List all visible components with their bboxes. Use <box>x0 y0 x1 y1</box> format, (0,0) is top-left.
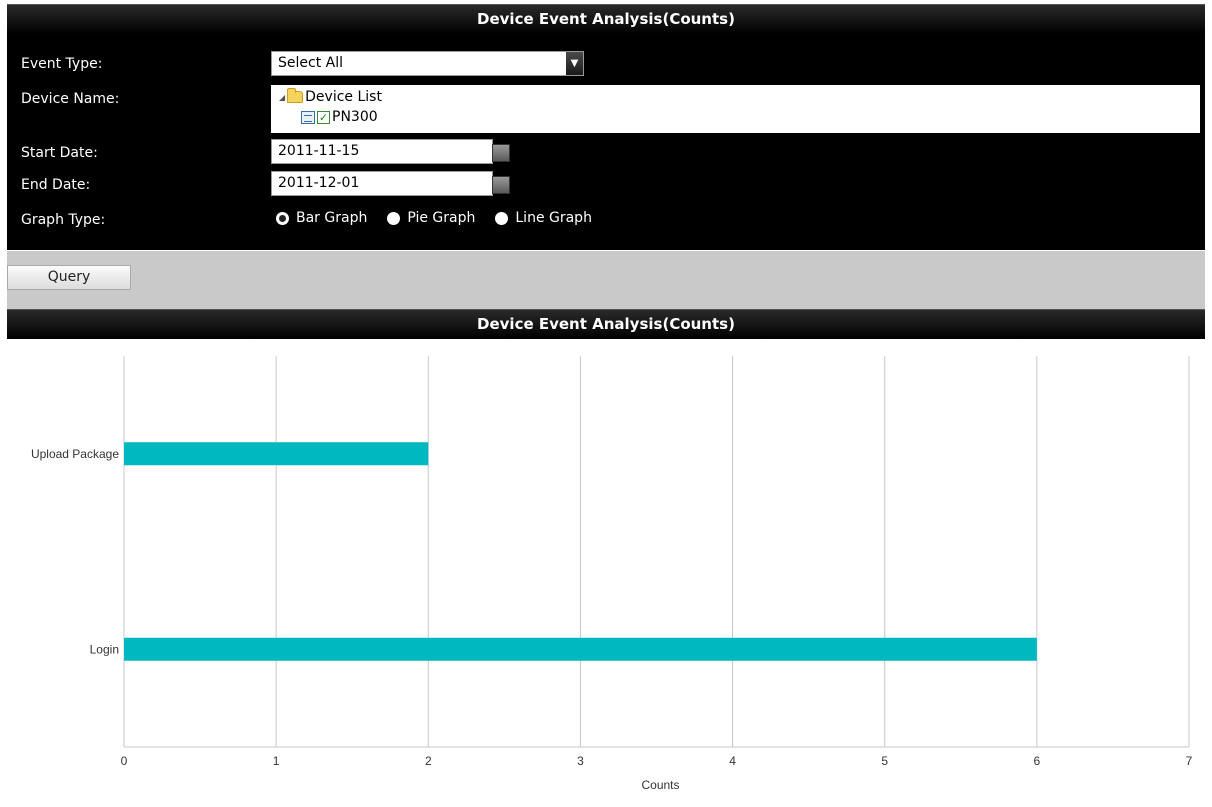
radio-label: Bar Graph <box>296 210 368 226</box>
end-date-label: End Date: <box>21 177 91 193</box>
action-toolbar: Query <box>7 251 1205 309</box>
device-tree: ◢ Device List ✓ PN300 <box>271 85 1200 133</box>
page-title: Device Event Analysis(Counts) <box>7 4 1205 34</box>
calendar-icon[interactable] <box>492 144 510 162</box>
radio-line-graph[interactable]: Line Graph <box>495 210 592 226</box>
x-tick-label: 4 <box>729 754 736 768</box>
x-tick-label: 1 <box>273 754 280 768</box>
tree-node-label: Device List <box>305 89 382 105</box>
device-name-label: Device Name: <box>21 91 120 107</box>
radio-unselected-icon[interactable] <box>387 211 401 225</box>
bar-upload-package <box>124 442 429 466</box>
x-tick-label: 3 <box>577 754 584 768</box>
radio-label: Line Graph <box>515 210 592 226</box>
x-tick-label: 6 <box>1034 754 1041 768</box>
tree-node-device-list[interactable]: ◢ Device List <box>279 88 382 105</box>
x-axis-title: Counts <box>641 778 679 792</box>
bar-login <box>124 637 1037 661</box>
event-type-label: Event Type: <box>21 56 103 72</box>
end-date-input[interactable]: 2011-12-01 <box>271 171 493 196</box>
x-tick-label: 5 <box>881 754 888 768</box>
chevron-down-icon[interactable]: ▼ <box>566 52 583 75</box>
graph-type-label: Graph Type: <box>21 212 106 228</box>
x-tick-label: 0 <box>121 754 128 768</box>
start-date-label: Start Date: <box>21 145 98 161</box>
graph-type-radio-group: Bar Graph Pie Graph Line Graph <box>276 210 612 226</box>
radio-selected-icon[interactable] <box>276 211 289 225</box>
x-tick-label: 2 <box>425 754 432 768</box>
device-icon <box>301 110 315 124</box>
event-type-select[interactable]: Select All ▼ <box>271 51 584 76</box>
radio-bar-graph[interactable]: Bar Graph <box>276 210 367 226</box>
expand-triangle-icon[interactable]: ◢ <box>279 93 285 102</box>
x-tick-label: 7 <box>1186 754 1193 768</box>
device-checkbox[interactable]: ✓ <box>317 110 330 124</box>
folder-icon <box>287 88 304 103</box>
radio-label: Pie Graph <box>407 210 476 226</box>
tree-node-pn300[interactable]: ✓ PN300 <box>301 109 378 125</box>
query-button[interactable]: Query <box>7 265 131 290</box>
y-category-label: Upload Package <box>31 447 119 461</box>
chart-svg: 0 1 2 3 4 5 6 7 Upload Package Login Counts <box>31 356 1193 792</box>
radio-pie-graph[interactable]: Pie Graph <box>387 210 475 226</box>
start-date-input[interactable]: 2011-11-15 <box>271 139 493 164</box>
result-title: Device Event Analysis(Counts) <box>7 309 1205 339</box>
tree-node-label: PN300 <box>332 109 378 125</box>
radio-unselected-icon[interactable] <box>495 211 509 225</box>
y-category-label: Login <box>90 642 119 656</box>
calendar-icon[interactable] <box>492 176 510 194</box>
query-form: Event Type: Select All ▼ Device Name: ◢ … <box>7 34 1205 250</box>
event-type-value: Select All <box>278 55 343 71</box>
bar-chart: 0 1 2 3 4 5 6 7 Upload Package Login Counts <box>7 339 1205 801</box>
